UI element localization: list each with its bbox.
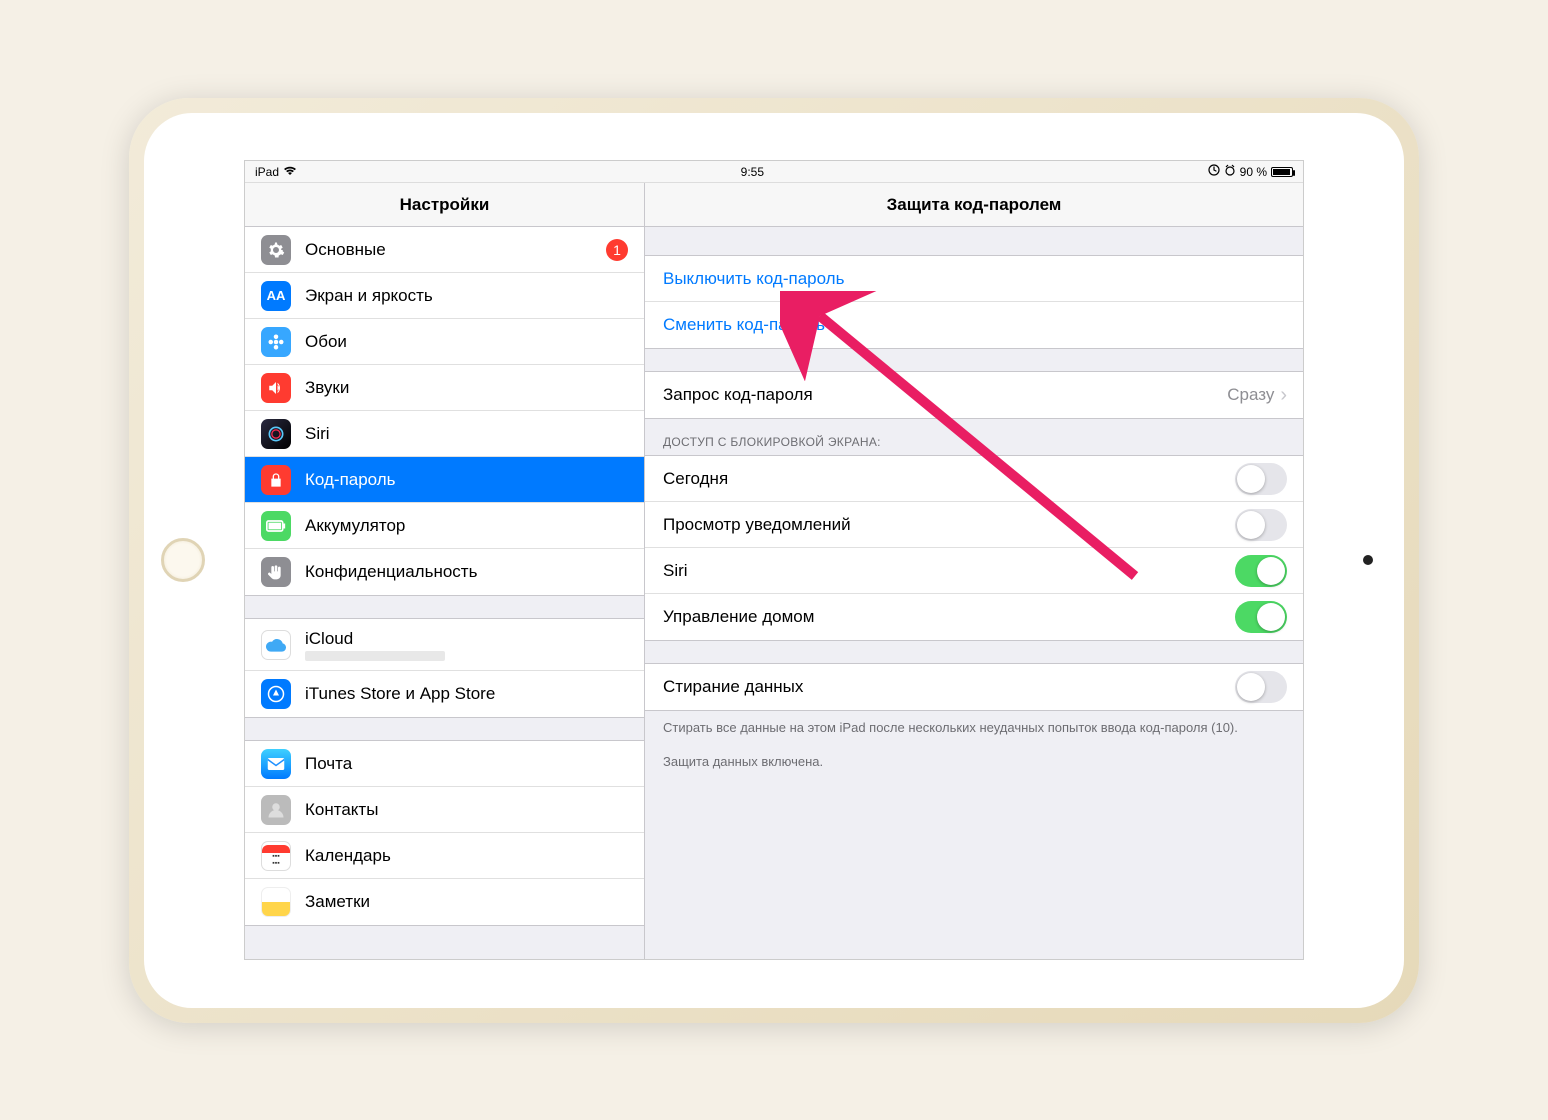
sidebar-item-icloud[interactable]: iCloud	[245, 619, 644, 671]
sidebar-item-sounds[interactable]: Звуки	[245, 365, 644, 411]
alarm-icon	[1224, 164, 1236, 179]
battery-icon	[261, 511, 291, 541]
sidebar-item-label: Экран и яркость	[305, 286, 628, 306]
sidebar-item-label: iCloud	[305, 629, 628, 649]
sidebar-item-privacy[interactable]: Конфиденциальность	[245, 549, 644, 595]
badge: 1	[606, 239, 628, 261]
sidebar-item-label: Контакты	[305, 800, 628, 820]
cell-label: Управление домом	[663, 607, 1235, 627]
wifi-icon	[283, 165, 297, 179]
sidebar-item-passcode[interactable]: Код-пароль	[245, 457, 644, 503]
sidebar-item-label: iTunes Store и App Store	[305, 684, 628, 704]
sidebar-item-label: Почта	[305, 754, 628, 774]
sidebar-item-label: Заметки	[305, 892, 628, 912]
rotation-lock-icon	[1208, 164, 1220, 179]
chevron-right-icon: ›	[1280, 384, 1287, 407]
device-inner: iPad 9:55 90 %	[144, 113, 1404, 1008]
speaker-icon	[261, 373, 291, 403]
contacts-icon	[261, 795, 291, 825]
annotation-arrow-icon	[780, 291, 1160, 601]
erase-data-row[interactable]: Стирание данных	[645, 664, 1303, 710]
sidebar-item-itunes[interactable]: iTunes Store и App Store	[245, 671, 644, 717]
settings-sidebar[interactable]: Настройки Основные 1 AA Экран и яркость	[245, 183, 645, 959]
lock-icon	[261, 465, 291, 495]
flower-icon	[261, 327, 291, 357]
sidebar-item-contacts[interactable]: Контакты	[245, 787, 644, 833]
sidebar-title: Настройки	[245, 183, 644, 227]
cell-label: Стирание данных	[663, 677, 1235, 697]
notifications-switch[interactable]	[1235, 509, 1287, 541]
erase-data-group: Стирание данных	[645, 663, 1303, 711]
cloud-icon	[261, 630, 291, 660]
sidebar-item-battery[interactable]: Аккумулятор	[245, 503, 644, 549]
sidebar-item-wallpaper[interactable]: Обои	[245, 319, 644, 365]
status-time: 9:55	[741, 165, 764, 179]
sidebar-item-label: Siri	[305, 424, 628, 444]
hand-icon	[261, 557, 291, 587]
sidebar-item-notes[interactable]: Заметки	[245, 879, 644, 925]
status-bar: iPad 9:55 90 %	[245, 161, 1303, 183]
sidebar-item-label: Код-пароль	[305, 470, 628, 490]
home-control-switch[interactable]	[1235, 601, 1287, 633]
notes-icon	[261, 887, 291, 917]
sidebar-item-label: Основные	[305, 240, 606, 260]
sidebar-item-label: Обои	[305, 332, 628, 352]
icloud-account-redacted	[305, 651, 445, 661]
calendar-icon: ▪▪▪▪▪▪	[261, 841, 291, 871]
sidebar-item-display[interactable]: AA Экран и яркость	[245, 273, 644, 319]
device-label: iPad	[255, 165, 279, 179]
sidebar-item-calendar[interactable]: ▪▪▪▪▪▪ Календарь	[245, 833, 644, 879]
sidebar-item-label: Аккумулятор	[305, 516, 628, 536]
siri-icon	[261, 419, 291, 449]
battery-icon	[1271, 167, 1293, 177]
mail-icon	[261, 749, 291, 779]
cell-label: Выключить код-пароль	[663, 269, 844, 289]
appstore-icon	[261, 679, 291, 709]
siri-switch[interactable]	[1235, 555, 1287, 587]
screen: iPad 9:55 90 %	[244, 160, 1304, 960]
erase-footer: Стирать все данные на этом iPad после не…	[645, 711, 1303, 745]
sidebar-group-2: iCloud iTunes Store и App Store	[245, 618, 644, 718]
home-button[interactable]	[161, 538, 205, 582]
front-camera	[1363, 555, 1373, 565]
sidebar-item-general[interactable]: Основные 1	[245, 227, 644, 273]
cell-value: Сразу	[1227, 385, 1274, 405]
today-switch[interactable]	[1235, 463, 1287, 495]
sidebar-item-label: Календарь	[305, 846, 628, 866]
gear-icon	[261, 235, 291, 265]
sidebar-item-mail[interactable]: Почта	[245, 741, 644, 787]
detail-title: Защита код-паролем	[645, 183, 1303, 227]
battery-percent: 90 %	[1240, 165, 1267, 179]
sidebar-group-3: Почта Контакты ▪▪▪▪▪▪ Календарь Заме	[245, 740, 644, 926]
sidebar-item-label: Конфиденциальность	[305, 562, 628, 582]
erase-switch[interactable]	[1235, 671, 1287, 703]
sidebar-item-siri[interactable]: Siri	[245, 411, 644, 457]
text-size-icon: AA	[261, 281, 291, 311]
sidebar-item-label: Звуки	[305, 378, 628, 398]
sidebar-group-1: Основные 1 AA Экран и яркость Обои	[245, 227, 644, 596]
protection-footer: Защита данных включена.	[645, 745, 1303, 779]
ipad-frame: iPad 9:55 90 %	[129, 98, 1419, 1023]
